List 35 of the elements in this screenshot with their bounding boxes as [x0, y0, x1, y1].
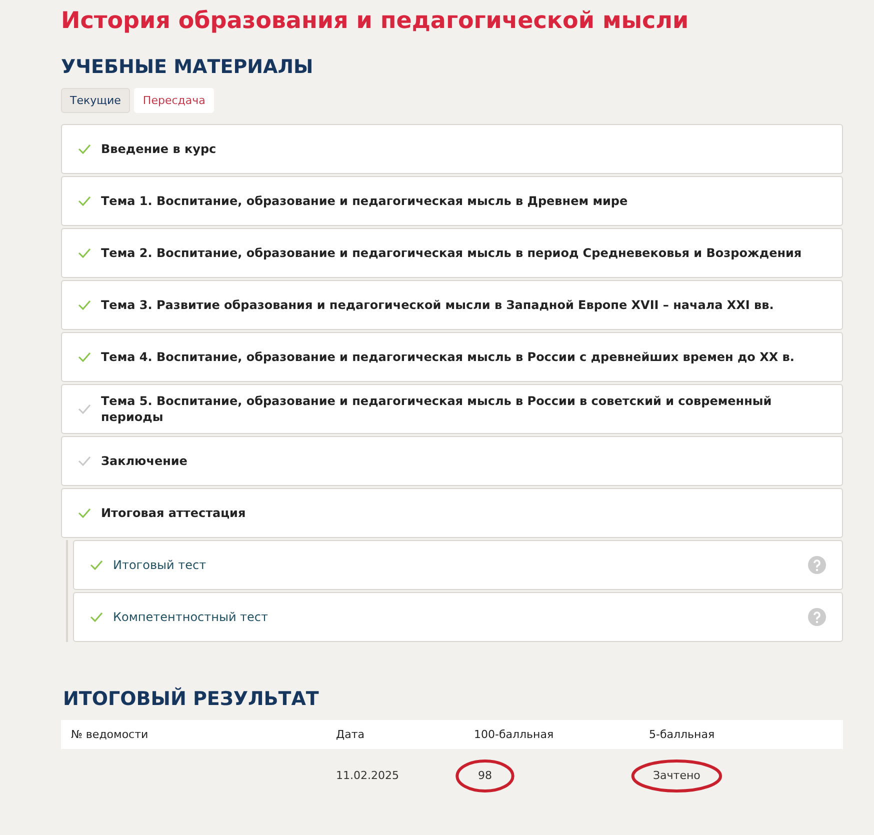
checkmark-icon [78, 300, 91, 310]
checkmark-icon [78, 248, 91, 258]
checkmark-icon [78, 196, 91, 206]
annotation-ellipse [456, 758, 514, 792]
table-cell: Зачтено [649, 768, 704, 782]
column-header: № ведомости [71, 728, 148, 741]
checkmark-icon [78, 144, 91, 154]
section-heading: УЧЕБНЫЕ МАТЕРИАЛЫ [61, 56, 314, 78]
material-item[interactable]: Заключение [61, 436, 843, 486]
checkmark-icon [78, 404, 91, 414]
checkmark-icon [90, 560, 103, 570]
material-item[interactable]: Тема 2. Воспитание, образование и педагогическая мысль в период Средневековья и Возрождения [61, 228, 843, 278]
checkmark-icon [90, 612, 103, 622]
material-item[interactable]: Итоговая аттестация [61, 488, 843, 538]
help-icon[interactable] [808, 608, 826, 626]
material-item[interactable]: Тема 1. Воспитание, образование и педагогическая мысль в Древнем мире [61, 176, 843, 226]
checkmark-icon [78, 456, 91, 466]
tab[interactable]: Пересдача [134, 88, 214, 113]
column-header: Дата [336, 728, 364, 741]
checkmark-icon [78, 508, 91, 518]
checkmark-icon [78, 352, 91, 362]
column-header: 5-балльная [649, 728, 715, 741]
page-title: История образования и педагогической мысли [61, 8, 690, 34]
table-cell: 11.02.2025 [336, 768, 399, 782]
tab[interactable]: Текущие [61, 88, 130, 113]
test-item[interactable]: Итоговый тест [73, 540, 843, 590]
material-item[interactable]: Тема 4. Воспитание, образование и педагогическая мысль в России с древнейших времен до XX в. [61, 332, 843, 382]
material-item[interactable]: Тема 3. Развитие образования и педагогической мысли в Западной Европе XVII – начала XXI вв. [61, 280, 843, 330]
section-heading: ИТОГОВЫЙ РЕЗУЛЬТАТ [63, 688, 320, 710]
test-item[interactable]: Компетентностный тест [73, 592, 843, 642]
material-item[interactable]: Введение в курс [61, 124, 843, 174]
column-header: 100-балльная [474, 728, 554, 741]
help-icon[interactable] [808, 556, 826, 574]
table-cell: 98 [474, 768, 496, 782]
material-item[interactable]: Тема 5. Воспитание, образование и педагогическая мысль в России в советский и современный периоды [61, 384, 843, 434]
